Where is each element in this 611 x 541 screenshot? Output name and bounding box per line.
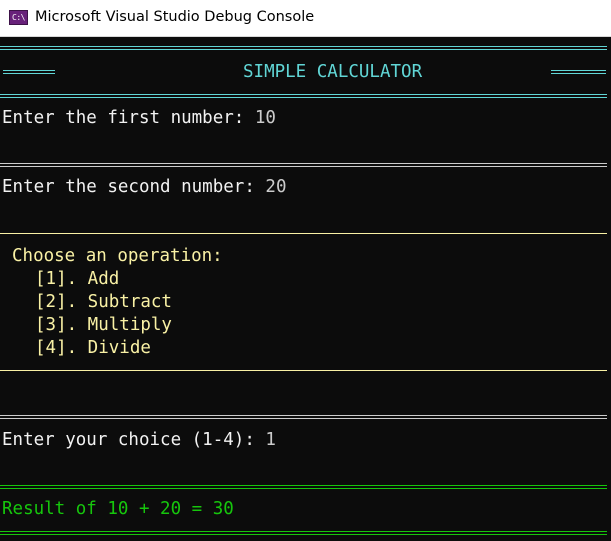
- header-left-dash: [3, 73, 55, 74]
- second-number-prompt: Enter the second number:: [2, 177, 266, 197]
- console-output[interactable]: SIMPLE CALCULATOR Enter the first number…: [0, 37, 611, 541]
- header-bottom-rule: [0, 94, 607, 95]
- separator-rule: [0, 415, 607, 416]
- choice-value: 1: [265, 430, 276, 450]
- menu-option-add: [1]. Add: [35, 269, 120, 289]
- choice-line: Enter your choice (1-4): 1: [2, 429, 276, 452]
- result-bottom-rule: [0, 534, 607, 535]
- result-top-rule: [0, 485, 607, 486]
- header-right-dash: [551, 70, 606, 71]
- separator-rule: [0, 418, 607, 419]
- header-top-rule: [0, 49, 607, 50]
- result-bottom-rule: [0, 531, 607, 532]
- result-top-rule: [0, 488, 607, 489]
- header-top-rule: [0, 46, 607, 47]
- choice-prompt: Enter your choice (1-4):: [2, 430, 266, 450]
- result-line: Result of 10 + 20 = 30: [2, 499, 234, 519]
- menu-top-rule: [0, 233, 607, 234]
- first-number-prompt: Enter the first number:: [2, 108, 255, 128]
- separator-rule: [0, 163, 607, 164]
- menu-option-divide: [4]. Divide: [35, 338, 151, 358]
- header-right-dash: [551, 73, 606, 74]
- debug-console-window: C:\ Microsoft Visual Studio Debug Consol…: [0, 0, 611, 541]
- menu-option-subtract: [2]. Subtract: [35, 292, 172, 312]
- header-title: SIMPLE CALCULATOR: [243, 62, 423, 82]
- menu-bottom-rule: [0, 370, 607, 371]
- menu-option-multiply: [3]. Multiply: [35, 315, 172, 335]
- title-bar[interactable]: C:\ Microsoft Visual Studio Debug Consol…: [0, 0, 611, 37]
- second-number-line: Enter the second number: 20: [2, 176, 286, 199]
- first-number-value: 10: [254, 108, 276, 128]
- header-left-dash: [3, 70, 55, 71]
- second-number-value: 20: [265, 177, 287, 197]
- header-bottom-rule: [0, 97, 607, 98]
- separator-rule: [0, 166, 607, 167]
- window-title: Microsoft Visual Studio Debug Console: [35, 9, 315, 25]
- menu-heading: Choose an operation:: [12, 246, 223, 266]
- console-app-icon: C:\: [9, 10, 28, 25]
- first-number-line: Enter the first number: 10: [2, 107, 276, 130]
